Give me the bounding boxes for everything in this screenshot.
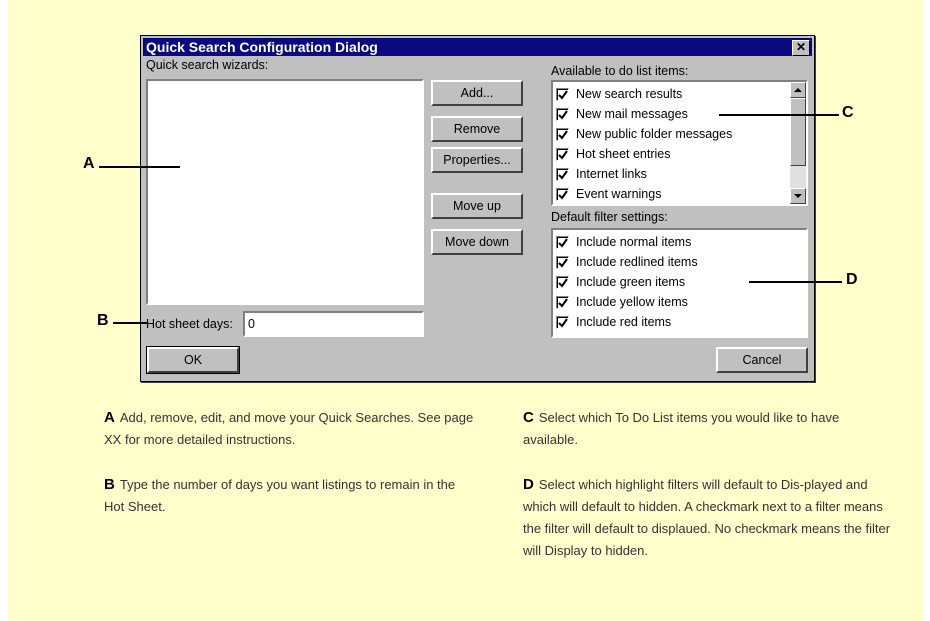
- hot-sheet-value: 0: [248, 317, 255, 331]
- caption-c: C Select which To Do List items you would…: [523, 407, 873, 451]
- callout-d-line: [749, 281, 842, 283]
- caption-d: D Select which highlight filters will def…: [523, 474, 893, 562]
- wizards-list[interactable]: [146, 79, 424, 305]
- callout-a-line: [99, 166, 180, 168]
- callout-b-letter: B: [97, 312, 109, 329]
- checkbox-checked-icon[interactable]: [556, 187, 569, 201]
- list-item[interactable]: Event warnings: [556, 184, 806, 204]
- filter-item-label: Include normal items: [576, 235, 692, 249]
- move-down-button[interactable]: Move down: [431, 229, 523, 255]
- hot-sheet-label: Hot sheet days:: [146, 317, 233, 331]
- filter-item-label: Include red items: [576, 315, 672, 329]
- todo-item-label: New search results: [576, 87, 683, 101]
- list-item[interactable]: Include yellow items: [556, 292, 806, 312]
- wizards-label: Quick search wizards:: [146, 58, 269, 72]
- list-item[interactable]: Hot sheet entries: [556, 144, 806, 164]
- caption-b-text: Type the number of days you want listing…: [104, 477, 456, 514]
- caption-a-key: A: [104, 409, 115, 426]
- filter-list[interactable]: Include normal items Include redlined it…: [551, 228, 808, 338]
- arrow-up-icon: [794, 88, 802, 92]
- cancel-button[interactable]: Cancel: [716, 347, 808, 373]
- caption-d-text: Select which highlight filters will defa…: [523, 477, 891, 558]
- callout-c-letter: C: [842, 104, 854, 121]
- scroll-down-button[interactable]: [790, 188, 806, 204]
- caption-b: B Type the number of days you want listin…: [104, 474, 474, 518]
- filter-label: Default filter settings:: [551, 210, 668, 224]
- caption-c-text: Select which To Do List items you would …: [523, 410, 840, 447]
- caption-c-key: C: [523, 409, 534, 426]
- caption-a: A Add, remove, edit, and move your Quick …: [104, 407, 474, 451]
- filter-item-label: Include redlined items: [576, 255, 698, 269]
- list-item[interactable]: Include redlined items: [556, 252, 806, 272]
- checkbox-checked-icon[interactable]: [556, 275, 569, 289]
- arrow-down-icon: [794, 194, 802, 198]
- todo-item-label: New mail messages: [576, 107, 688, 121]
- checkbox-checked-icon[interactable]: [556, 127, 569, 141]
- checkbox-checked-icon[interactable]: [556, 295, 569, 309]
- callout-b-line: [113, 322, 147, 324]
- todo-item-label: Hot sheet entries: [576, 147, 671, 161]
- callout-c-line: [719, 114, 839, 116]
- move-up-button[interactable]: Move up: [431, 193, 523, 219]
- checkbox-checked-icon[interactable]: [556, 255, 569, 269]
- caption-a-text: Add, remove, edit, and move your Quick S…: [104, 410, 474, 447]
- todo-item-label: Event warnings: [576, 187, 662, 201]
- list-item[interactable]: New search results: [556, 84, 806, 104]
- properties-button[interactable]: Properties...: [431, 147, 523, 173]
- list-item[interactable]: New public folder messages: [556, 124, 806, 144]
- callout-a-letter: A: [83, 155, 95, 172]
- filter-item-label: Include yellow items: [576, 295, 688, 309]
- todo-label: Available to do list items:: [551, 64, 689, 78]
- checkbox-checked-icon[interactable]: [556, 87, 569, 101]
- list-item[interactable]: Include normal items: [556, 232, 806, 252]
- checkbox-checked-icon[interactable]: [556, 167, 569, 181]
- todo-items: New search results New mail messages New…: [553, 82, 806, 204]
- scroll-thumb[interactable]: [790, 98, 806, 166]
- checkbox-checked-icon[interactable]: [556, 107, 569, 121]
- dialog-title: Quick Search Configuration Dialog: [146, 39, 378, 55]
- hot-sheet-field[interactable]: 0: [243, 311, 424, 337]
- todo-scrollbar[interactable]: [790, 82, 806, 204]
- ok-button[interactable]: OK: [146, 346, 240, 374]
- caption-d-key: D: [523, 476, 534, 493]
- scroll-up-button[interactable]: [790, 82, 806, 98]
- close-button[interactable]: ✕: [792, 40, 810, 56]
- checkbox-checked-icon[interactable]: [556, 315, 569, 329]
- close-icon: ✕: [795, 40, 807, 54]
- list-item[interactable]: Include red items: [556, 312, 806, 332]
- add-button[interactable]: Add...: [431, 80, 523, 106]
- quick-search-dialog: Quick Search Configuration Dialog ✕ Quic…: [140, 35, 815, 382]
- filter-item-label: Include green items: [576, 275, 686, 289]
- checkbox-checked-icon[interactable]: [556, 235, 569, 249]
- todo-list[interactable]: New search results New mail messages New…: [551, 80, 808, 206]
- todo-item-label: Internet links: [576, 167, 647, 181]
- caption-b-key: B: [104, 476, 115, 493]
- todo-item-label: New public folder messages: [576, 127, 733, 141]
- list-item[interactable]: Internet links: [556, 164, 806, 184]
- callout-d-letter: D: [846, 271, 858, 288]
- checkbox-checked-icon[interactable]: [556, 147, 569, 161]
- remove-button[interactable]: Remove: [431, 116, 523, 142]
- title-bar: Quick Search Configuration Dialog ✕: [143, 38, 812, 56]
